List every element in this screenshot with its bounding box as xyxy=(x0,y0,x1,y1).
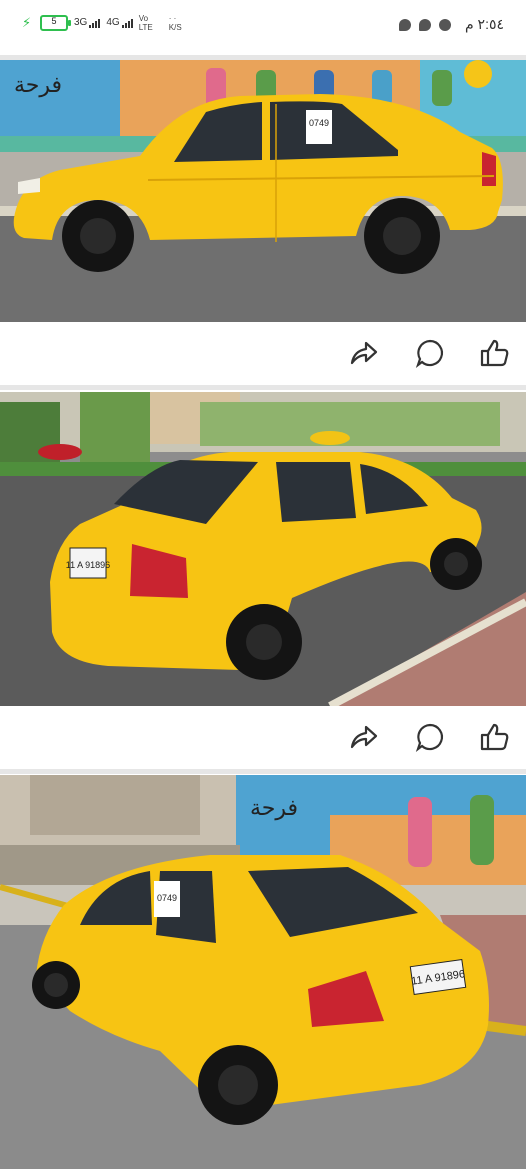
separator xyxy=(0,769,526,774)
like-icon[interactable] xyxy=(478,337,510,369)
svg-text:ﻓﺮﺣﺔ: ﻓﺮﺣﺔ xyxy=(250,796,298,821)
comment-icon[interactable] xyxy=(414,721,446,753)
post-photo-1[interactable]: ﻓﺮﺣﺔ 0749 xyxy=(0,60,526,322)
battery-icon: 5 xyxy=(40,15,71,31)
post-photo-2[interactable]: 11 A 91896 xyxy=(0,392,526,706)
network-3g: 3G xyxy=(74,17,101,28)
charging-icon: ⚡ xyxy=(22,15,32,30)
comment-icon[interactable] xyxy=(414,337,446,369)
network-3g-label: 3G xyxy=(74,17,88,28)
speed-dots: · · xyxy=(168,14,177,23)
status-right: ٢:٥٤ م xyxy=(398,16,504,33)
speed-indicator: · · K/S xyxy=(169,14,182,32)
volte-sub-label: LTE xyxy=(138,23,153,32)
post-actions-1 xyxy=(0,322,526,382)
clock: ٢:٥٤ م xyxy=(464,16,504,32)
messenger-icon xyxy=(398,18,411,31)
network-4g: 4G xyxy=(106,17,133,28)
license-plate: 11 A 91896 xyxy=(66,560,110,570)
separator xyxy=(0,385,526,390)
settings-icon xyxy=(438,18,451,31)
speed-label: K/S xyxy=(168,23,182,32)
like-icon[interactable] xyxy=(478,721,510,753)
car-rear-mural-photo: ﻓﺮﺣﺔ 0749 11 A 91896 xyxy=(0,775,526,1169)
signal-icon xyxy=(89,18,101,28)
network-4g-label: 4G xyxy=(106,17,120,28)
post-photo-3[interactable]: ﻓﺮﺣﺔ 0749 11 A 91896 xyxy=(0,775,526,1169)
share-icon[interactable] xyxy=(348,337,380,369)
chat-icon xyxy=(418,18,431,31)
battery-level: 5 xyxy=(51,16,57,26)
signal-icon xyxy=(121,18,133,28)
share-icon[interactable] xyxy=(348,721,380,753)
volte-indicator: Vo LTE xyxy=(139,14,153,32)
status-bar: ⚡ 5 3G 4G Vo LTE · · K/S ٢:٥٤ م xyxy=(0,0,526,54)
svg-text:ﻓﺮﺣﺔ: ﻓﺮﺣﺔ xyxy=(14,73,62,98)
volte-label: Vo xyxy=(138,14,149,23)
status-left: ⚡ 5 3G 4G Vo LTE · · K/S xyxy=(22,14,182,32)
window-sign: 0749 xyxy=(157,893,177,903)
post-actions-2 xyxy=(0,706,526,766)
window-sign: 0749 xyxy=(309,118,329,128)
car-rear-photo: 11 A 91896 xyxy=(0,392,526,706)
car-side-photo: ﻓﺮﺣﺔ 0749 xyxy=(0,60,526,322)
